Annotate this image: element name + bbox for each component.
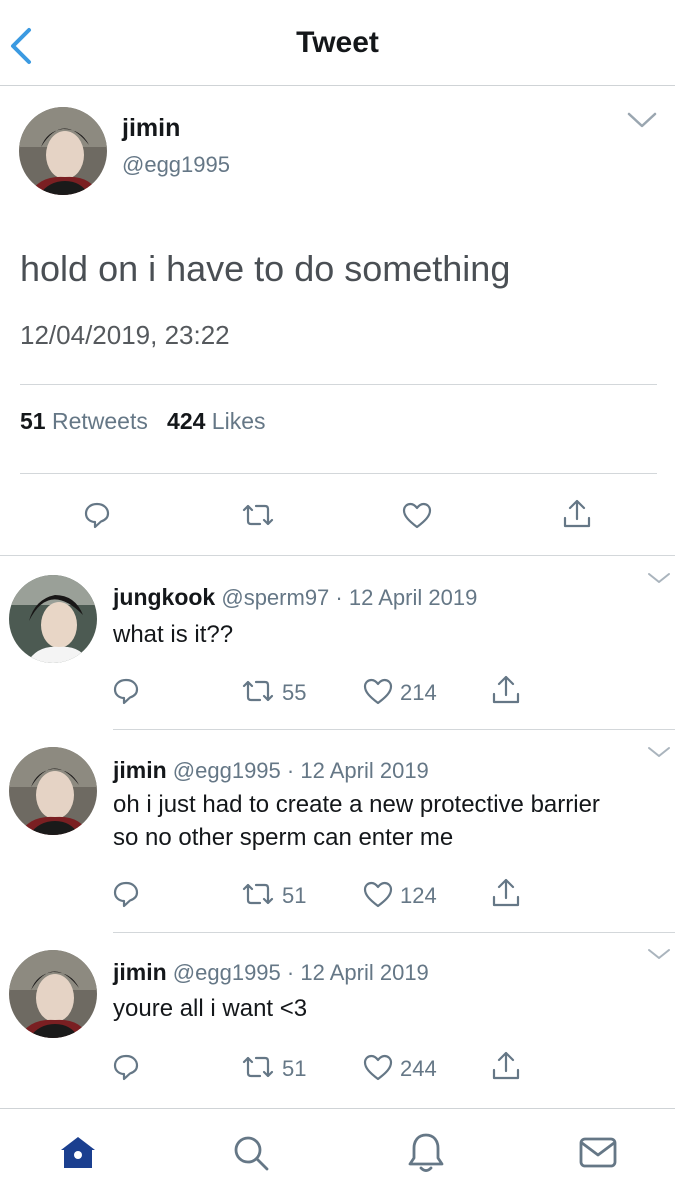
divider [20, 384, 657, 385]
divider [0, 555, 675, 556]
retweet-count: 51 [282, 1056, 307, 1081]
separator-dot: · [335, 585, 343, 610]
author-name[interactable]: jimin [122, 114, 180, 143]
avatar[interactable] [9, 747, 97, 835]
likes-label[interactable]: Likes [212, 408, 266, 434]
home-icon[interactable] [58, 1133, 98, 1173]
chevron-down-icon[interactable] [646, 570, 672, 586]
tweet-text: hold on i have to do something [20, 248, 511, 289]
retweet-icon[interactable] [240, 502, 276, 528]
reply-icon[interactable] [111, 879, 141, 909]
top-nav-bar: Tweet [0, 0, 675, 86]
like-count: 244 [400, 1056, 437, 1081]
search-icon[interactable] [231, 1133, 271, 1173]
share-icon[interactable] [561, 498, 593, 530]
reply-icon[interactable] [111, 1052, 141, 1082]
reply-header: jungkook @sperm97 · 12 April 2019 [113, 584, 477, 611]
chevron-down-icon[interactable] [646, 744, 672, 760]
heart-icon[interactable] [362, 880, 394, 908]
avatar[interactable] [19, 107, 107, 195]
avatar[interactable] [9, 575, 97, 663]
retweet-count: 51 [282, 883, 307, 908]
share-icon[interactable] [490, 674, 522, 706]
retweet-count: 55 [282, 680, 307, 705]
retweet-icon[interactable] [240, 1054, 276, 1080]
share-icon[interactable] [490, 1050, 522, 1082]
reply-date: 12 April 2019 [300, 758, 429, 783]
separator-dot: · [286, 960, 295, 985]
reply-author-name[interactable]: jimin [113, 757, 167, 783]
reply-text: youre all i want <3 [113, 995, 308, 1022]
reply-author-name[interactable]: jimin [113, 959, 167, 985]
reply-author-handle[interactable]: @egg1995 [173, 960, 281, 985]
reply-header: jimin @egg1995 · 12 April 2019 [113, 959, 429, 986]
like-count: 124 [400, 883, 437, 908]
author-handle[interactable]: @egg1995 [122, 152, 230, 178]
bottom-tab-bar [0, 1108, 675, 1200]
reply-date: 12 April 2019 [348, 585, 478, 610]
reply-author-name[interactable]: jungkook [113, 584, 215, 610]
share-icon[interactable] [490, 877, 522, 909]
heart-icon[interactable] [362, 677, 394, 705]
tweet-stats: 51 Retweets 424 Likes [20, 408, 266, 435]
avatar[interactable] [9, 950, 97, 1038]
reply-author-handle[interactable]: @egg1995 [173, 758, 281, 783]
messages-icon[interactable] [578, 1135, 618, 1171]
reply-text: what is it?? [113, 621, 234, 648]
reply-icon[interactable] [82, 500, 112, 530]
notifications-icon[interactable] [406, 1131, 446, 1175]
divider [113, 729, 675, 730]
divider [113, 932, 675, 933]
tweet-timestamp: 12/04/2019, 23:22 [20, 320, 230, 350]
reply-text: oh i just had to create a new protective… [113, 791, 600, 851]
reply-icon[interactable] [111, 676, 141, 706]
likes-count[interactable]: 424 [167, 408, 205, 434]
retweets-label[interactable]: Retweets [52, 408, 148, 434]
chevron-down-icon[interactable] [646, 946, 672, 962]
divider [20, 473, 657, 474]
heart-icon[interactable] [401, 501, 433, 529]
reply-header: jimin @egg1995 · 12 April 2019 [113, 757, 429, 784]
reply-date: 12 April 2019 [300, 960, 429, 985]
like-count: 214 [400, 680, 437, 705]
chevron-down-icon[interactable] [626, 108, 658, 132]
retweet-icon[interactable] [240, 678, 276, 704]
retweet-icon[interactable] [240, 881, 276, 907]
reply-author-handle[interactable]: @sperm97 [221, 585, 329, 610]
heart-icon[interactable] [362, 1053, 394, 1081]
retweets-count[interactable]: 51 [20, 408, 46, 434]
separator-dot: · [286, 758, 295, 783]
page-title: Tweet [296, 26, 379, 59]
